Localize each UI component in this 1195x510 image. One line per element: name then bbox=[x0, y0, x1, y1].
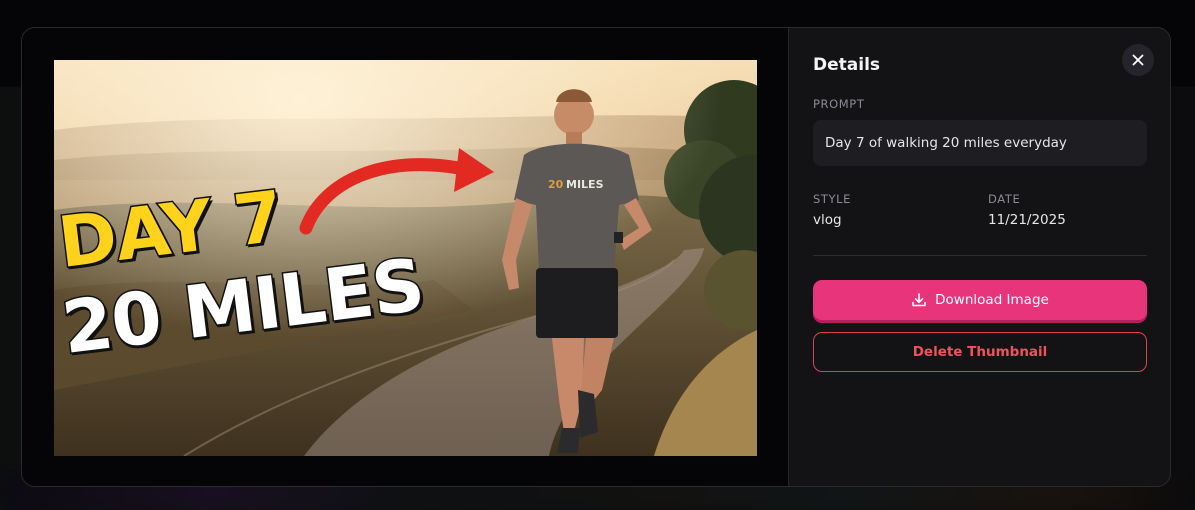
date-label: DATE bbox=[988, 192, 1021, 206]
download-image-label: Download Image bbox=[935, 292, 1049, 308]
download-icon bbox=[912, 293, 926, 307]
style-value: vlog bbox=[813, 212, 842, 228]
prompt-label: PROMPT bbox=[813, 97, 865, 111]
prompt-value: Day 7 of walking 20 miles everyday bbox=[813, 120, 1147, 166]
delete-thumbnail-label: Delete Thumbnail bbox=[912, 344, 1048, 360]
thumbnail-details-modal: 20 MILES DAY 7 20 MILES Details PROMPT D… bbox=[21, 27, 1171, 487]
download-image-button[interactable]: Download Image bbox=[813, 280, 1147, 320]
divider bbox=[813, 255, 1147, 256]
details-pane: Details PROMPT Day 7 of walking 20 miles… bbox=[789, 28, 1170, 486]
style-label: STYLE bbox=[813, 192, 852, 206]
close-button[interactable] bbox=[1122, 44, 1154, 76]
delete-thumbnail-button[interactable]: Delete Thumbnail bbox=[813, 332, 1147, 372]
media-pane: 20 MILES DAY 7 20 MILES bbox=[22, 28, 789, 486]
close-icon bbox=[1132, 54, 1144, 66]
shirt-text: MILES bbox=[566, 178, 604, 191]
thumbnail-image: 20 MILES DAY 7 20 MILES bbox=[54, 60, 757, 456]
shirt-number: 20 bbox=[548, 178, 564, 191]
date-value: 11/21/2025 bbox=[988, 212, 1066, 228]
details-title: Details bbox=[813, 55, 881, 75]
